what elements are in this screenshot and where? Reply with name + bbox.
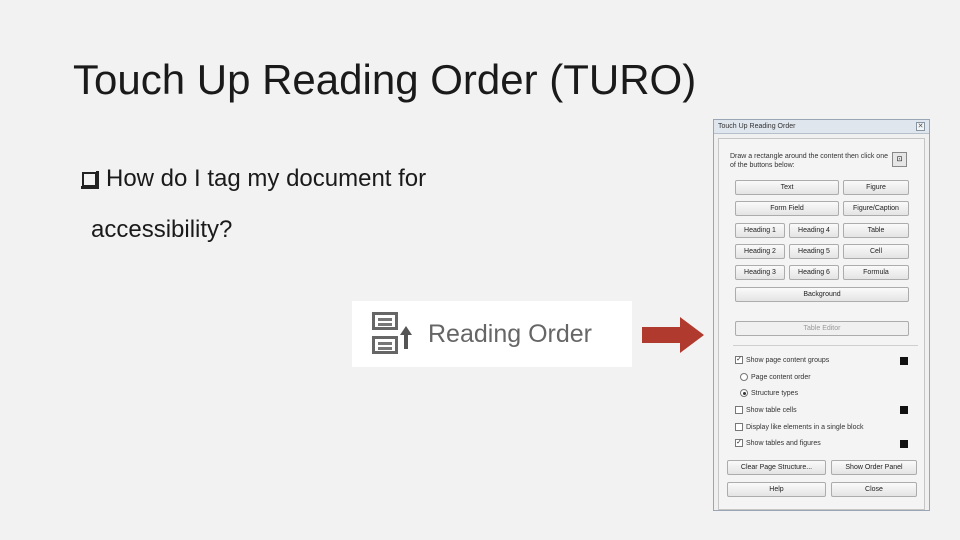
dialog-titlebar: Touch Up Reading Order ✕ xyxy=(714,120,929,134)
close-button[interactable]: Close xyxy=(831,482,917,497)
show-tables-and-figures-option[interactable]: ✓ Show tables and figures xyxy=(735,439,821,447)
option-label: Show page content groups xyxy=(746,356,830,364)
color-swatch[interactable] xyxy=(900,406,908,414)
reading-order-button[interactable]: Reading Order xyxy=(352,301,632,367)
help-button[interactable]: Help xyxy=(727,482,826,497)
show-order-panel-button[interactable]: Show Order Panel xyxy=(831,460,917,475)
heading6-button[interactable]: Heading 6 xyxy=(789,265,839,280)
dialog-title: Touch Up Reading Order xyxy=(718,123,796,130)
heading4-button[interactable]: Heading 4 xyxy=(789,223,839,238)
clear-page-structure-button[interactable]: Clear Page Structure... xyxy=(727,460,826,475)
form-field-button[interactable]: Form Field xyxy=(735,201,839,216)
heading2-button[interactable]: Heading 2 xyxy=(735,244,785,259)
checkbox-checked-icon[interactable]: ✓ xyxy=(735,356,743,364)
checkbox-checked-icon[interactable]: ✓ xyxy=(735,439,743,447)
radio-selected-icon[interactable] xyxy=(740,389,748,397)
option-label: Page content order xyxy=(751,373,811,381)
reading-order-icon xyxy=(370,310,412,358)
turo-dialog: Touch Up Reading Order ✕ Draw a rectangl… xyxy=(713,119,930,511)
bullet-text-line2: accessibility? xyxy=(91,216,233,243)
figure-button[interactable]: Figure xyxy=(843,180,909,195)
right-arrow-icon xyxy=(642,317,704,353)
heading5-button[interactable]: Heading 5 xyxy=(789,244,839,259)
checkbox-icon[interactable] xyxy=(735,423,743,431)
checkbox-icon[interactable] xyxy=(735,406,743,414)
dialog-close-icon[interactable]: ✕ xyxy=(916,122,925,131)
background-button[interactable]: Background xyxy=(735,287,909,302)
bullet-text-line1: How do I tag my document for xyxy=(106,165,427,192)
option-label: Structure types xyxy=(751,389,799,397)
table-button[interactable]: Table xyxy=(843,223,909,238)
color-swatch[interactable] xyxy=(900,440,908,448)
option-label: Display like elements in a single block xyxy=(746,423,864,431)
cell-button[interactable]: Cell xyxy=(843,244,909,259)
bullet-question: How do I tag my document for xyxy=(81,165,427,193)
formula-button[interactable]: Formula xyxy=(843,265,909,280)
show-page-content-groups-option[interactable]: ✓ Show page content groups xyxy=(735,356,829,364)
table-editor-button[interactable]: Table Editor xyxy=(735,321,909,336)
selection-tool-icon[interactable]: ⊡ xyxy=(892,152,907,167)
heading1-button[interactable]: Heading 1 xyxy=(735,223,785,238)
slide-title: Touch Up Reading Order (TURO) xyxy=(73,56,697,103)
page-content-order-option[interactable]: Page content order xyxy=(740,373,811,381)
option-label: Show tables and figures xyxy=(746,439,821,447)
bullet-checkbox-icon xyxy=(81,170,99,189)
radio-icon[interactable] xyxy=(740,373,748,381)
text-button[interactable]: Text xyxy=(735,180,839,195)
figure-caption-button[interactable]: Figure/Caption xyxy=(843,201,909,216)
structure-types-option[interactable]: Structure types xyxy=(740,389,798,397)
option-label: Show table cells xyxy=(746,406,797,414)
heading3-button[interactable]: Heading 3 xyxy=(735,265,785,280)
show-table-cells-option[interactable]: Show table cells xyxy=(735,406,797,414)
dialog-instruction: Draw a rectangle around the content then… xyxy=(730,153,888,169)
display-like-elements-option[interactable]: Display like elements in a single block xyxy=(735,423,864,431)
separator xyxy=(733,345,918,346)
reading-order-label: Reading Order xyxy=(428,319,592,348)
color-swatch[interactable] xyxy=(900,357,908,365)
